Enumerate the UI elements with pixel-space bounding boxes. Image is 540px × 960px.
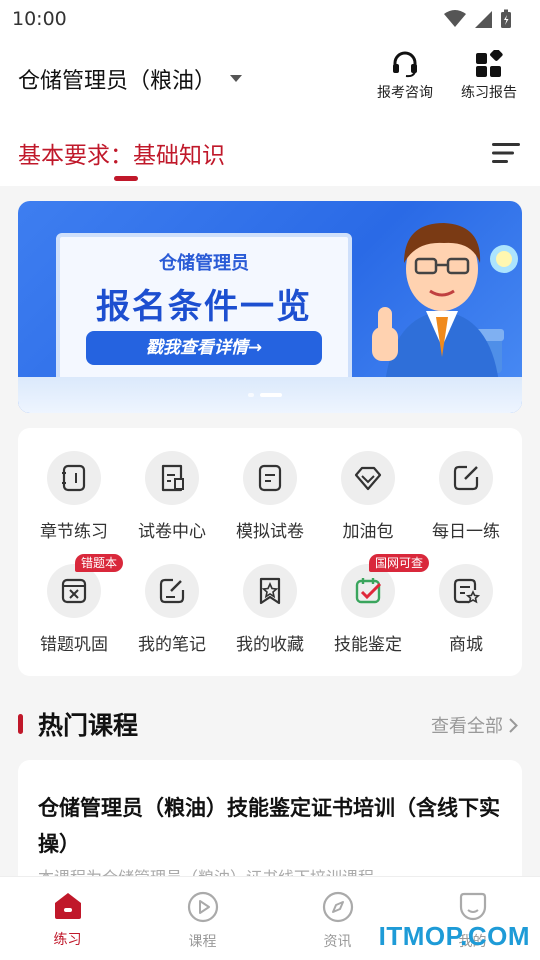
top-bar: 仓储管理员（粮油） 报考咨询 练习报告 <box>0 38 540 120</box>
banner-title: 报名条件一览 <box>96 287 312 327</box>
requirement-tab[interactable]: 基本要求：基础知识 <box>18 136 225 170</box>
headset-icon <box>393 51 417 78</box>
consult-button[interactable]: 报考咨询 <box>374 50 436 102</box>
feature-label: 技能鉴定 <box>334 635 402 655</box>
see-all-label: 查看全部 <box>431 716 503 737</box>
note-icon <box>159 578 185 604</box>
diamond-icon <box>354 466 382 491</box>
feature-label: 错题巩固 <box>40 635 108 655</box>
watermark-logo: ITMOP.COM <box>378 921 530 951</box>
feature-my-notes[interactable]: 我的笔记 <box>123 564 221 655</box>
feature-boost-pack[interactable]: 加油包 <box>319 451 417 542</box>
check-calendar-icon <box>355 578 382 604</box>
profile-icon <box>459 892 486 921</box>
course-title: 仓储管理员（粮油）技能鉴定证书培训（含线下实操） <box>38 796 500 856</box>
status-bar: 10:00 <box>0 0 540 38</box>
caret-down-icon <box>230 75 243 82</box>
feature-label: 我的收藏 <box>236 635 304 655</box>
feature-wrong-questions[interactable]: 错题本 错题巩固 <box>25 554 124 655</box>
promo-banner[interactable]: 仓储管理员 报名条件一览 戳我查看详情→ <box>18 201 522 413</box>
feature-label: 每日一练 <box>432 522 500 542</box>
carousel-dot <box>248 393 254 397</box>
feature-shop[interactable]: 商城 <box>417 564 515 655</box>
nav-label: 练习 <box>53 932 82 948</box>
wrong-box-icon <box>61 578 87 604</box>
menu-icon[interactable] <box>492 142 520 164</box>
nav-label: 课程 <box>188 934 217 950</box>
hot-courses-title: 热门课程 <box>38 711 139 740</box>
feature-label: 章节练习 <box>40 522 108 542</box>
compass-icon <box>322 891 353 923</box>
see-all-link[interactable]: 查看全部 <box>431 712 518 738</box>
wrong-book-badge: 错题本 <box>75 554 124 572</box>
tab-indicator <box>114 176 138 181</box>
carousel-dot-active <box>260 393 282 397</box>
banner-subtitle: 仓储管理员 <box>159 253 249 274</box>
mock-paper-icon <box>258 464 282 492</box>
banner-board: 仓储管理员 报名条件一览 戳我查看详情→ <box>56 233 352 383</box>
chapter-icon <box>62 464 86 492</box>
consult-label: 报考咨询 <box>377 85 433 101</box>
feature-skill-certification[interactable]: 国网可查 技能鉴定 <box>319 554 430 655</box>
home-icon <box>54 893 81 919</box>
feature-label: 商城 <box>449 635 483 655</box>
carousel-indicator <box>248 393 282 397</box>
job-title: 仓储管理员（粮油） <box>18 69 217 94</box>
teacher-illustration <box>372 223 518 393</box>
status-time: 10:00 <box>12 8 67 30</box>
feature-label: 我的笔记 <box>138 635 206 655</box>
feature-paper-center[interactable]: 试卷中心 <box>123 451 221 542</box>
feature-label: 模拟试卷 <box>236 522 304 542</box>
practice-report-button[interactable]: 练习报告 <box>458 50 520 102</box>
battery-icon <box>501 9 511 28</box>
star-bookmark-icon <box>259 577 281 605</box>
feature-label: 试卷中心 <box>138 522 206 542</box>
signal-icon <box>475 11 492 28</box>
nav-practice[interactable]: 练习 <box>0 877 135 960</box>
feature-chapter-practice[interactable]: 章节练习 <box>25 451 123 542</box>
feature-grid: 章节练习 试卷中心 模拟试卷 加油包 每日一练 错题本 错题巩固 我的笔记 我的… <box>18 428 522 676</box>
feature-my-favorites[interactable]: 我的收藏 <box>221 564 319 655</box>
feature-label: 加油包 <box>342 522 394 542</box>
hot-courses-header: 热门课程 查看全部 <box>18 700 522 748</box>
banner-cta[interactable]: 戳我查看详情→ <box>86 331 322 365</box>
daily-edit-icon <box>453 465 479 491</box>
wifi-icon <box>444 10 466 27</box>
play-circle-icon <box>187 891 218 923</box>
section-marker <box>18 714 23 734</box>
shop-list-icon <box>453 578 481 604</box>
feature-daily-practice[interactable]: 每日一练 <box>417 451 515 542</box>
practice-report-label: 练习报告 <box>461 85 517 101</box>
apps-icon <box>476 50 503 77</box>
job-selector[interactable]: 仓储管理员（粮油） <box>18 63 243 95</box>
paper-icon <box>161 464 184 492</box>
chevron-right-icon <box>509 717 518 733</box>
requirement-bar: 基本要求：基础知识 <box>0 120 540 186</box>
nav-label: 资讯 <box>323 934 352 950</box>
nav-courses[interactable]: 课程 <box>135 877 270 960</box>
feature-mock-paper[interactable]: 模拟试卷 <box>221 451 319 542</box>
